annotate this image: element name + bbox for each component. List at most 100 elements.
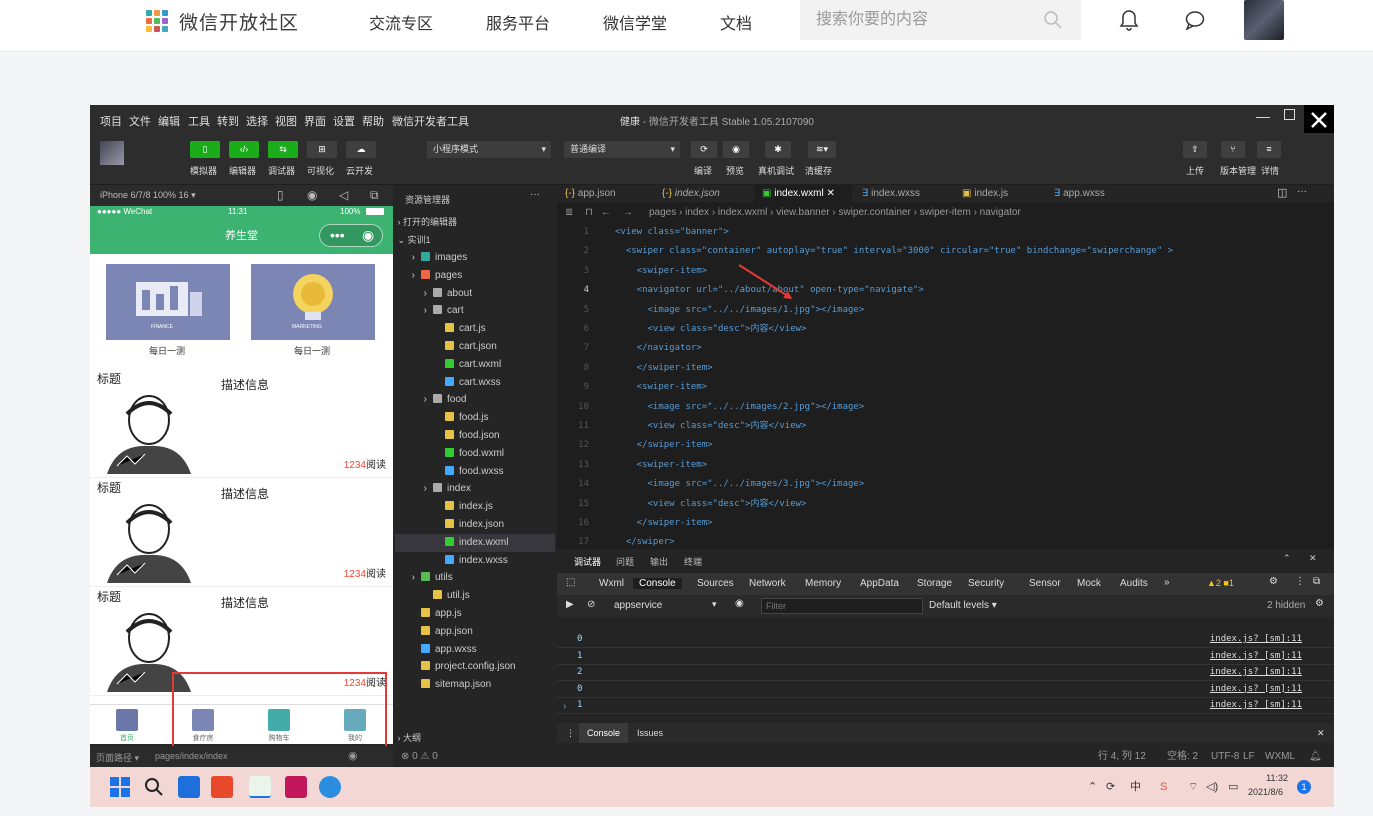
log-source-link[interactable]: index.js? [sm]:11 [1210, 697, 1302, 714]
eye-icon[interactable]: ◉ [735, 598, 744, 609]
nav-docs[interactable]: 文档 [720, 10, 752, 34]
remote-debug-button[interactable]: ✱ [765, 141, 791, 158]
menu-tools[interactable]: 工具 [188, 113, 210, 129]
close-button[interactable] [1304, 105, 1334, 133]
forward-icon[interactable]: → [623, 204, 633, 222]
minimize-icon[interactable]: — [1256, 108, 1270, 124]
devtools-panel-tab[interactable]: Wxml [599, 578, 624, 589]
tab-problems[interactable]: 问题 [616, 555, 634, 568]
more-panels-icon[interactable]: » [1164, 577, 1170, 588]
file-tree-item[interactable]: util.js [395, 587, 555, 605]
menu-edit[interactable]: 编辑 [158, 113, 180, 129]
popout-icon[interactable]: ⧉ [370, 188, 379, 203]
clear-console-icon[interactable]: ⊘ [587, 599, 595, 610]
encoding[interactable]: UTF-8 [1211, 746, 1239, 767]
finance-tile[interactable]: FINANCE [106, 264, 230, 340]
task-view-icon[interactable] [178, 776, 200, 798]
close-icon[interactable]: ✕ [1317, 723, 1325, 743]
code-line[interactable]: </swiper-item> [615, 359, 713, 378]
devtools-panel-tab[interactable]: Network [749, 578, 786, 589]
menu-file[interactable]: 文件 [129, 113, 151, 129]
devtools-panel-tab[interactable]: Sensor [1029, 578, 1061, 589]
gear-icon[interactable]: ⚙ [1269, 576, 1278, 587]
site-logo[interactable]: 微信开放社区 [145, 9, 299, 34]
menu-wechat-devtools[interactable]: 微信开发者工具 [392, 113, 469, 129]
warning-badge[interactable]: ▲2 ■1 [1207, 578, 1234, 588]
context-select[interactable]: appservice [614, 600, 662, 611]
split-editor-icon[interactable]: ◫ [1277, 186, 1287, 199]
language-mode[interactable]: WXML [1265, 746, 1295, 767]
devtools-panel-tab[interactable]: Memory [805, 578, 841, 589]
visual-toggle[interactable]: ⊞ [307, 141, 337, 158]
bookmark-icon[interactable]: ⊓ [585, 204, 593, 222]
file-tree-item[interactable]: app.json [395, 623, 555, 641]
user-avatar[interactable] [1244, 0, 1284, 40]
code-line[interactable]: <image src="../../images/1.jpg"></image> [615, 301, 865, 320]
volume-icon[interactable]: ◁ [339, 188, 348, 202]
wechat-devtools-icon[interactable] [249, 776, 271, 798]
file-tree-item[interactable]: cart.wxml [395, 356, 555, 374]
simulator-toggle[interactable]: ▯ [190, 141, 220, 158]
office-icon[interactable] [211, 776, 233, 798]
console-prompt-icon[interactable]: › [563, 701, 566, 712]
file-tree-item[interactable]: cart.js [395, 320, 555, 338]
record-icon[interactable]: ◉ [307, 188, 317, 202]
line-ending[interactable]: LF [1243, 746, 1255, 767]
clock-date[interactable]: 2021/8/6 [1248, 787, 1283, 797]
outline-section[interactable]: › 大纲 [395, 729, 555, 747]
file-tree-item[interactable]: cart.json [395, 338, 555, 356]
ime-indicator[interactable]: 中 [1130, 767, 1141, 807]
tab-app-json[interactable]: {-} app.json [557, 185, 652, 202]
file-tree-item[interactable]: › images [395, 249, 555, 267]
inspect-icon[interactable]: ⬚ [566, 577, 575, 588]
tab-home[interactable]: 首页 [102, 709, 152, 743]
sidebar-toggle-icon[interactable]: ▶ [566, 599, 574, 610]
file-tree-item[interactable]: › about [395, 285, 555, 303]
bell-icon[interactable]: 🔔︎ [1309, 746, 1322, 767]
devtools-panel-tab[interactable]: AppData [860, 578, 899, 589]
log-source-link[interactable]: index.js? [sm]:11 [1210, 648, 1302, 665]
code-line[interactable]: </swiper> [615, 533, 675, 552]
cloud-toggle[interactable]: ☁ [346, 141, 376, 158]
search-icon[interactable] [144, 777, 164, 797]
edge-icon[interactable] [319, 776, 341, 798]
speaker-icon[interactable]: ◁) [1206, 767, 1218, 807]
search-input[interactable] [800, 0, 1030, 40]
maximize-icon[interactable] [1284, 109, 1295, 120]
preview-button[interactable]: ◉ [723, 141, 749, 158]
clear-cache-button[interactable]: ≋▾ [808, 141, 836, 158]
compile-select[interactable]: 普通编译 ▾ [564, 141, 680, 158]
tab-index-wxss[interactable]: ∃ index.wxss [854, 185, 952, 202]
log-levels-select[interactable]: Default levels ▾ [929, 600, 997, 611]
tab-index-js[interactable]: ▣ index.js [954, 185, 1044, 202]
menu-select[interactable]: 选择 [246, 113, 268, 129]
devtools-panel-tab[interactable]: Console [633, 578, 682, 589]
list-icon[interactable]: ≣ [565, 204, 573, 222]
devtools-panel-tab[interactable]: Storage [917, 578, 952, 589]
drawer-tab-console[interactable]: Console [579, 723, 629, 743]
tab-index-wxml[interactable]: ▣ index.wxml ✕ [754, 185, 852, 202]
mode-select[interactable]: 小程序模式 ▾ [427, 141, 551, 158]
back-icon[interactable]: ← [601, 204, 611, 222]
wifi-icon[interactable]: ⌔ [1188, 767, 1198, 807]
editor-toggle[interactable]: ‹/› [229, 141, 259, 158]
file-tree-item[interactable]: project.config.json [395, 658, 555, 676]
compile-button[interactable]: ⟳ [691, 141, 717, 158]
code-line[interactable]: <view class="desc">内容</view> [615, 320, 807, 339]
version-button[interactable]: ⑂ [1221, 141, 1245, 158]
clock-time[interactable]: 11:32 [1258, 773, 1288, 783]
eye-icon[interactable]: ◉ [348, 749, 358, 762]
code-line[interactable]: <swiper class="container" autoplay="true… [615, 242, 1173, 261]
collapse-icon[interactable]: ⌃ [1283, 553, 1291, 564]
dock-icon[interactable]: ⧉ [1313, 576, 1320, 587]
file-tree-item[interactable]: food.js [395, 409, 555, 427]
code-line[interactable]: <image src="../../images/2.jpg"></image> [615, 398, 865, 417]
devtools-panel-tab[interactable]: Sources [697, 578, 734, 589]
bell-icon[interactable] [1118, 9, 1140, 31]
code-line[interactable]: <swiper-item> [615, 456, 707, 475]
log-source-link[interactable]: index.js? [sm]:11 [1210, 681, 1302, 698]
code-line[interactable]: <view class="banner"> [615, 223, 729, 242]
device-select[interactable]: iPhone 6/7/8 100% 16 ▾ [100, 190, 196, 201]
file-tree-item[interactable]: index.js [395, 498, 555, 516]
more-icon[interactable]: ··· [530, 189, 540, 200]
